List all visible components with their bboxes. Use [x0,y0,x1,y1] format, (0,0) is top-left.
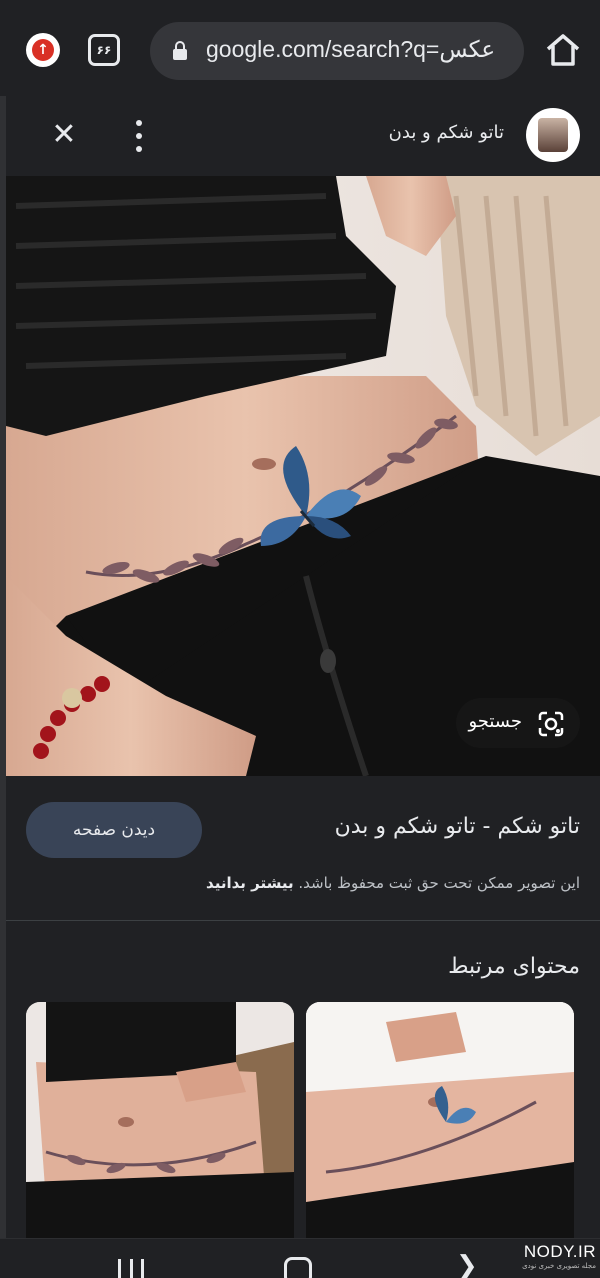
google-lens-icon [538,711,564,737]
url-text: google.com/search?q=عکس [206,36,496,62]
lens-search-label: جستجو [468,711,522,732]
result-info: دیدن صفحه تاتو شکم - تاتو شکم و بدن این … [6,776,600,921]
nav-home-icon[interactable] [284,1257,312,1278]
address-bar[interactable]: google.com/search?q=عکس [150,22,524,80]
more-options-icon[interactable] [134,120,144,152]
back-icon[interactable]: ❯ [456,1253,478,1278]
visit-page-button[interactable]: دیدن صفحه [26,802,202,858]
close-icon[interactable]: ✕ [50,120,78,150]
related-image-2 [306,1002,574,1242]
panel-header: ✕ تاتو شکم و بدن [6,96,600,176]
copyright-notice: این تصویر ممکن تحت حق ثبت محفوظ باشد. بی… [206,874,580,892]
tab-count: ۶۶ [96,43,112,57]
update-arrow-icon: ↑ [32,39,54,61]
watermark-main: NODY.IR [523,1242,596,1261]
watermark-sub: مجله تصویری خبری نودی [522,1262,596,1270]
main-image[interactable]: جستجو [6,176,600,776]
lock-icon [173,41,187,60]
site-favicon [526,108,580,162]
browser-toolbar: ↑ ۶۶ google.com/search?q=عکس [0,0,600,96]
related-thumbnail[interactable] [26,1002,294,1242]
learn-more-link[interactable]: بیشتر بدانید [206,874,294,892]
copyright-text: این تصویر ممکن تحت حق ثبت محفوظ باشد. [298,874,580,892]
result-title[interactable]: تاتو شکم - تاتو شکم و بدن [335,814,580,839]
recent-apps-icon[interactable] [118,1259,144,1278]
lens-search-button[interactable]: جستجو [456,698,580,748]
tabs-counter-button[interactable]: ۶۶ [88,34,120,66]
related-content-title: محتوای مرتبط [448,954,580,979]
watermark: NODY.IR مجله تصویری خبری نودی [510,1242,596,1276]
home-icon[interactable] [544,32,582,68]
image-detail-panel: ✕ تاتو شکم و بدن جستجو دیدن صفحه تاتو شک… [0,96,600,1242]
update-button[interactable]: ↑ [26,33,60,67]
related-image-1 [26,1002,294,1242]
site-name[interactable]: تاتو شکم و بدن [389,122,504,143]
related-thumbnail[interactable] [306,1002,574,1242]
tattoo-photo [6,176,600,776]
